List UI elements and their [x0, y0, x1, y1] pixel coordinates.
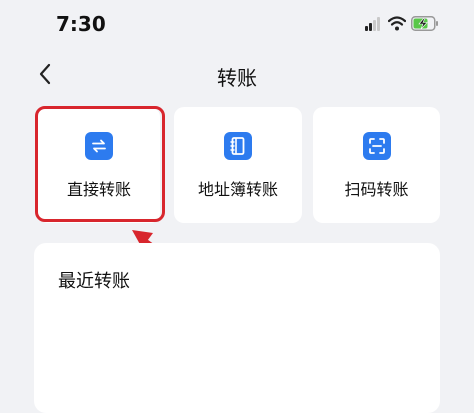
address-book-transfer-option[interactable]: 地址簿转账	[174, 107, 302, 223]
nav-bar: 转账	[0, 52, 474, 96]
direct-transfer-option[interactable]: 直接转账	[38, 107, 160, 223]
status-time: 7:30	[56, 12, 106, 36]
recent-transfers-panel: 最近转账	[34, 243, 440, 413]
battery-charging-icon	[411, 16, 438, 31]
transfer-arrows-icon	[85, 132, 113, 160]
direct-transfer-label: 直接转账	[66, 180, 131, 199]
status-bar: 7:30	[0, 0, 474, 50]
address-book-transfer-label: 地址簿转账	[197, 180, 278, 199]
recent-transfers-title: 最近转账	[58, 271, 130, 292]
wifi-icon	[388, 16, 406, 31]
signal-icon	[365, 17, 383, 31]
address-book-icon	[224, 132, 252, 160]
scan-transfer-label: 扫码转账	[344, 180, 409, 199]
scan-icon	[362, 132, 391, 160]
scan-transfer-option[interactable]: 扫码转账	[313, 107, 440, 223]
page-title: 转账	[217, 66, 257, 90]
